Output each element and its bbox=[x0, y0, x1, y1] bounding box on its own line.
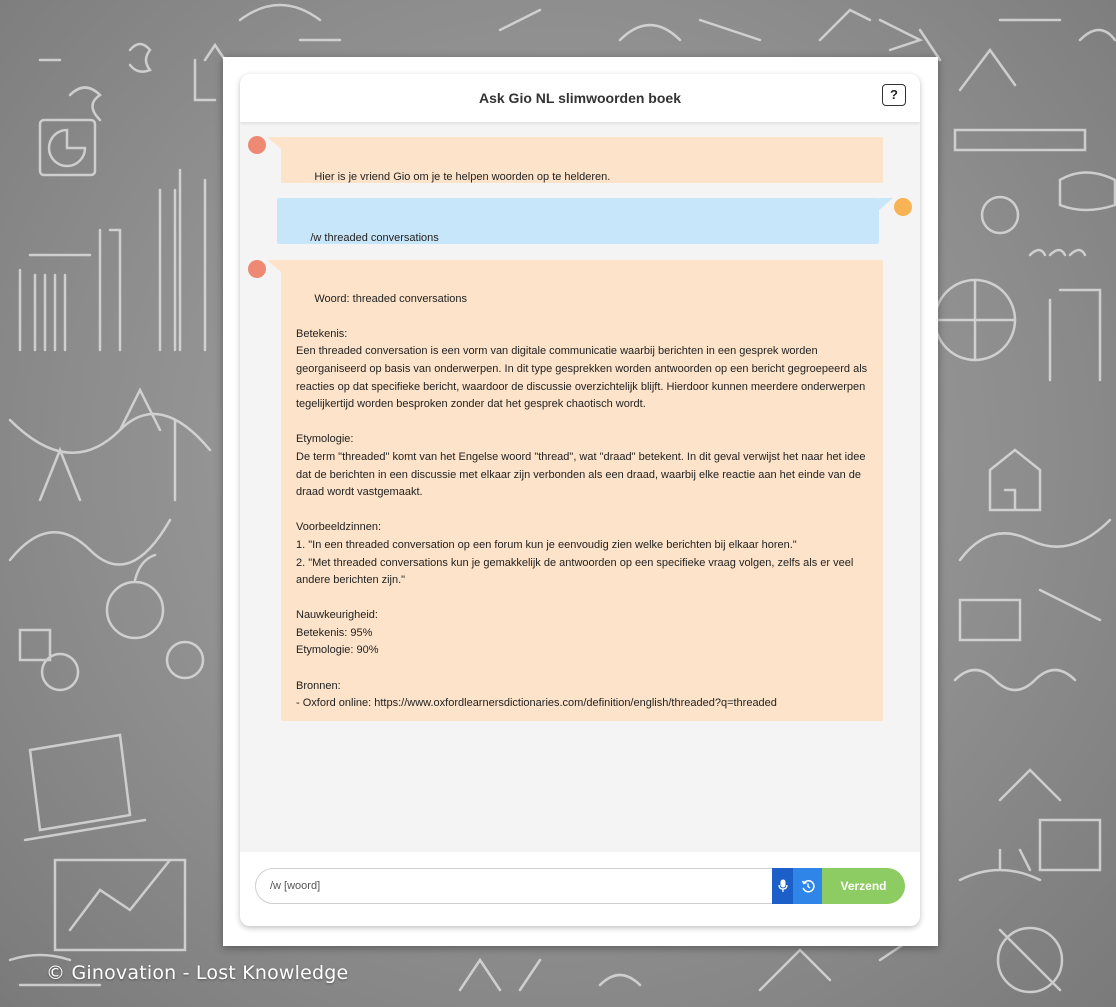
page-title: Ask Gio NL slimwoorden boek bbox=[478, 90, 681, 106]
message-text: Woord: threaded conversations Betekenis:… bbox=[296, 292, 868, 710]
copyright-text: © Ginovation - Lost Knowledge bbox=[46, 962, 349, 984]
send-button[interactable]: Verzend bbox=[822, 868, 905, 904]
message-text: Hier is je vriend Gio om je te helpen wo… bbox=[314, 170, 611, 183]
microphone-icon bbox=[777, 879, 788, 892]
history-button[interactable] bbox=[793, 868, 822, 904]
chat-header: Ask Gio NL slimwoorden boek ? bbox=[240, 74, 920, 122]
user-avatar bbox=[894, 198, 912, 216]
microphone-button[interactable] bbox=[772, 868, 793, 904]
bot-message: Hier is je vriend Gio om je te helpen wo… bbox=[281, 137, 883, 183]
app-frame: Ask Gio NL slimwoorden boek ? Hier is je… bbox=[223, 57, 938, 946]
bot-avatar bbox=[248, 136, 266, 154]
help-button[interactable]: ? bbox=[882, 84, 906, 106]
message-input[interactable] bbox=[255, 868, 775, 904]
bot-message: Woord: threaded conversations Betekenis:… bbox=[281, 260, 883, 721]
bubble-tail bbox=[267, 137, 281, 149]
bubble-tail bbox=[267, 260, 281, 272]
input-bar: Verzend bbox=[240, 852, 920, 926]
bubble-tail bbox=[879, 198, 893, 210]
message-text: /w threaded conversations bbox=[310, 231, 439, 244]
chat-panel: Ask Gio NL slimwoorden boek ? Hier is je… bbox=[240, 74, 920, 926]
bot-avatar bbox=[248, 260, 266, 278]
user-message: /w threaded conversations bbox=[277, 198, 879, 244]
history-icon bbox=[801, 880, 815, 893]
